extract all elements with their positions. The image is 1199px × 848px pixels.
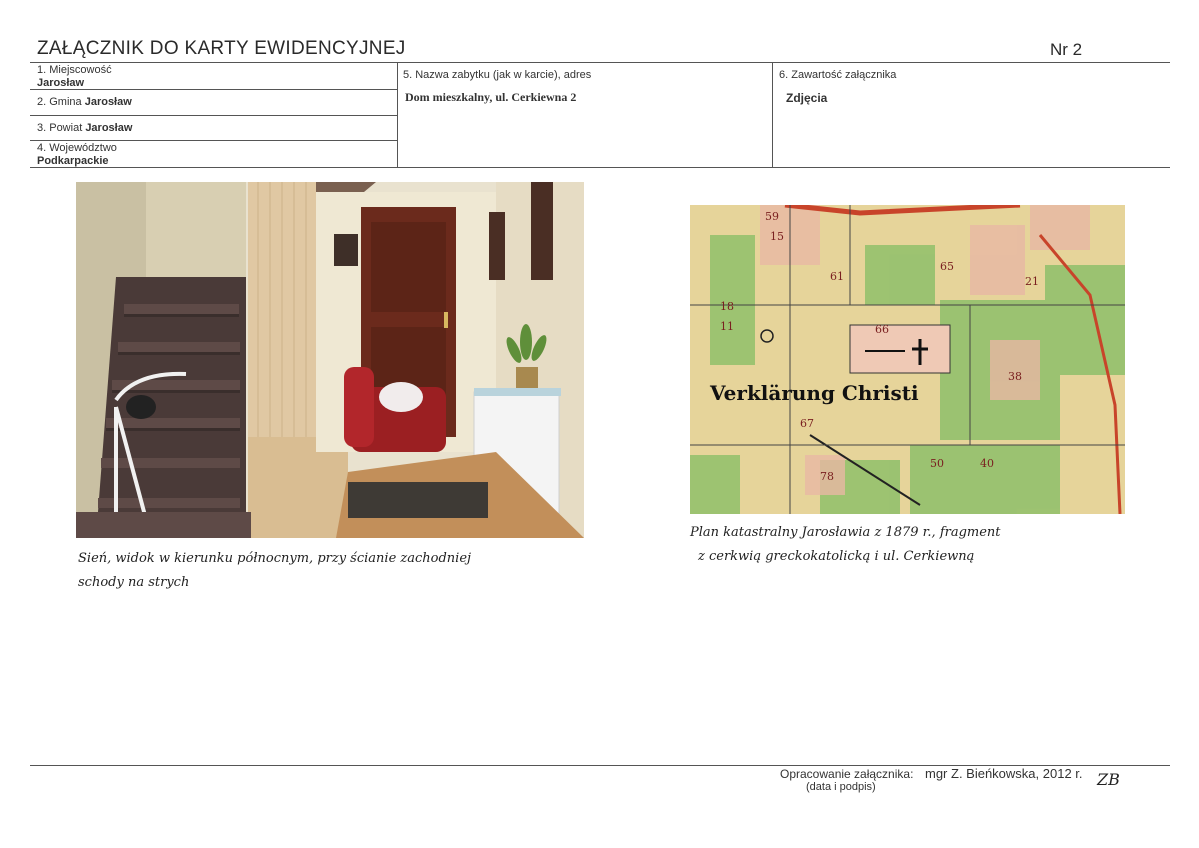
zawartosc-label: 6. Zawartość załącznika xyxy=(779,69,897,81)
gmina-value: Jarosław xyxy=(84,96,132,108)
footer-label: Opracowanie załącznika: xyxy=(780,767,914,781)
map-parcel-number: 15 xyxy=(770,230,784,243)
map-parcel-number: 65 xyxy=(940,260,954,273)
map-parcel-number: 50 xyxy=(930,457,944,470)
nazwa-value: Dom mieszkalny, ul. Cerkiewna 2 xyxy=(405,90,577,104)
map-parcel-number: 40 xyxy=(980,457,994,470)
map-parcel-number: 78 xyxy=(820,470,834,483)
wojewodztwo-label: 4. Województwo xyxy=(37,142,117,154)
form-row-line-2 xyxy=(30,115,397,116)
map-parcel-number: 18 xyxy=(720,300,734,313)
signature: ZB xyxy=(1097,770,1120,789)
map-parcel-number: 66 xyxy=(875,323,889,336)
powiat-label: 3. Powiat xyxy=(37,122,83,134)
form-bottom-line xyxy=(30,167,1170,168)
map-caption-line1: Plan katastralny Jarosławia z 1879 r., f… xyxy=(690,525,1001,540)
zawartosc-value: Zdjęcia xyxy=(786,91,828,105)
gmina-label: 2. Gmina xyxy=(37,96,82,108)
map-caption-line2: z cerkwią greckokatolicką i ul. Cerkiewn… xyxy=(698,549,975,564)
form-row-line-1 xyxy=(30,89,397,90)
map-parcel-number: 59 xyxy=(765,210,779,223)
miejscowosc-label: 1. Miejscowość xyxy=(37,64,112,76)
cadastral-map-drawing: Verklärung Christi 15 59 61 65 21 66 67 … xyxy=(690,205,1125,514)
wojewodztwo-value: Podkarpackie xyxy=(37,155,109,167)
map-parcel-number: 21 xyxy=(1025,275,1039,288)
form-col-divider-1 xyxy=(397,62,398,168)
gmina-field: 2. Gmina Jarosław xyxy=(37,96,132,108)
powiat-value: Jarosław xyxy=(85,122,133,134)
form-top-line xyxy=(30,62,1170,63)
map-parcel-number: 38 xyxy=(1008,370,1022,383)
map-parcel-number: 61 xyxy=(830,270,844,283)
footer-sublabel: (data i podpis) xyxy=(806,781,876,793)
hallway-photo-drawing xyxy=(76,182,584,538)
photo-caption-line2: schody na strych xyxy=(78,575,190,590)
form-row-line-3 xyxy=(30,140,397,141)
map-parcel-number: 67 xyxy=(800,417,814,430)
hallway-photo xyxy=(76,182,584,538)
map-parcel-number: 11 xyxy=(720,320,734,333)
form-col-divider-2 xyxy=(772,62,773,168)
footer-author: mgr Z. Bieńkowska, 2012 r. xyxy=(925,766,1083,781)
photo-caption-line1: Sień, widok w kierunku północnym, przy ś… xyxy=(78,551,472,566)
page-title: ZAŁĄCZNIK DO KARTY EWIDENCYJNEJ xyxy=(37,38,406,59)
nazwa-label: 5. Nazwa zabytku (jak w karcie), adres xyxy=(403,69,592,81)
map-label-verklarung: Verklärung Christi xyxy=(709,381,919,405)
cadastral-map: Verklärung Christi 15 59 61 65 21 66 67 … xyxy=(690,205,1125,514)
attachment-number: Nr 2 xyxy=(1050,40,1083,59)
miejscowosc-value: Jarosław xyxy=(37,77,85,89)
powiat-field: 3. Powiat Jarosław xyxy=(37,122,132,134)
